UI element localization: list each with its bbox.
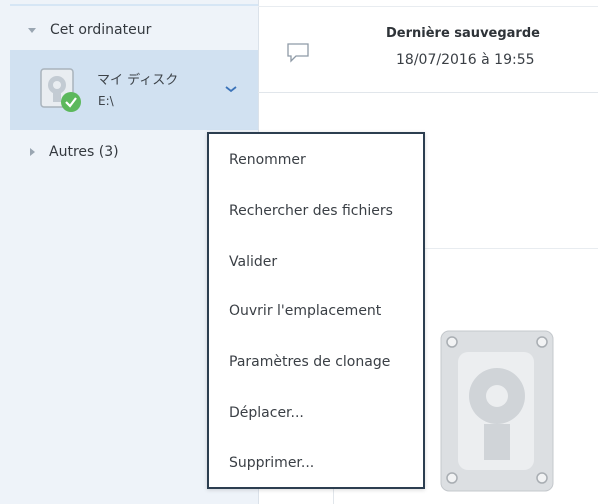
section-divider (258, 92, 598, 93)
header-divider (258, 6, 598, 7)
hard-drive-icon (40, 68, 81, 112)
sidebar-top-line (10, 4, 258, 6)
menu-item-search-files[interactable]: Rechercher des fichiers (229, 203, 393, 219)
group-this-computer-label: Cet ordinateur (50, 22, 152, 38)
group-others[interactable]: Autres (3) (30, 144, 119, 160)
menu-item-move[interactable]: Déplacer... (229, 405, 304, 421)
status-ok-icon (61, 92, 81, 112)
menu-item-rename[interactable]: Renommer (229, 152, 306, 168)
menu-item-open-location[interactable]: Ouvrir l'emplacement (229, 303, 381, 319)
hard-drive-icon (440, 330, 554, 492)
menu-item-clone-settings[interactable]: Paramètres de clonage (229, 354, 390, 370)
last-backup-date: 18/07/2016 à 19:55 (396, 52, 535, 68)
group-others-label: Autres (3) (49, 144, 119, 160)
group-this-computer[interactable]: Cet ordinateur (28, 22, 151, 38)
comment-icon[interactable] (286, 42, 310, 64)
menu-item-delete[interactable]: Supprimer... (229, 455, 314, 471)
chevron-down-icon[interactable] (224, 84, 238, 94)
last-backup-title: Dernière sauvegarde (386, 26, 540, 41)
expand-triangle-icon[interactable] (30, 148, 35, 156)
menu-item-validate[interactable]: Valider (229, 254, 277, 270)
disk-path: E:\ (98, 94, 114, 108)
sidebar-item-my-disk[interactable]: マイ ディスク E:\ (10, 50, 258, 130)
disk-name: マイ ディスク (97, 73, 179, 88)
context-menu: Renommer Rechercher des fichiers Valider… (207, 132, 425, 489)
collapse-triangle-icon[interactable] (28, 27, 36, 33)
